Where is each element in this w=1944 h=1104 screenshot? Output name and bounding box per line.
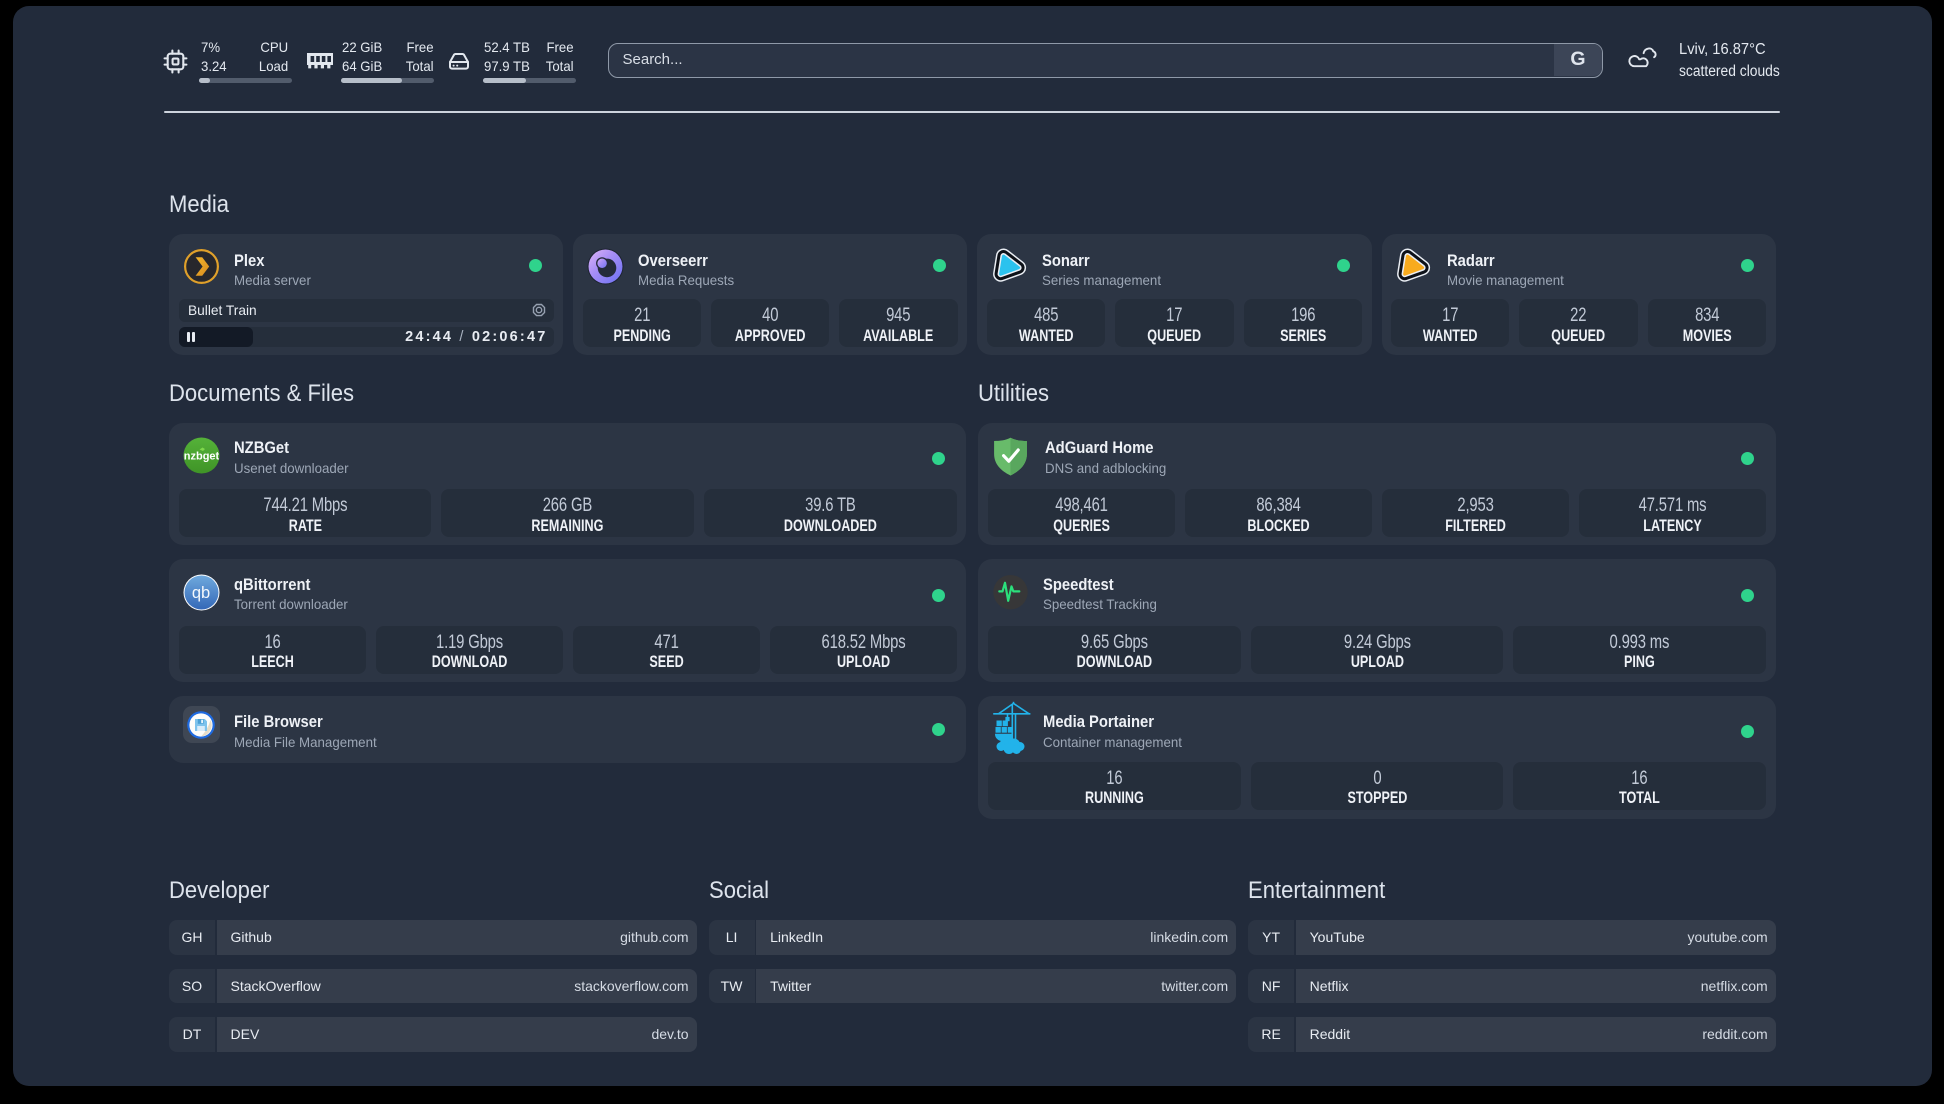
svg-text:qb: qb [191, 584, 209, 602]
svg-text:nzbget: nzbget [183, 451, 219, 463]
